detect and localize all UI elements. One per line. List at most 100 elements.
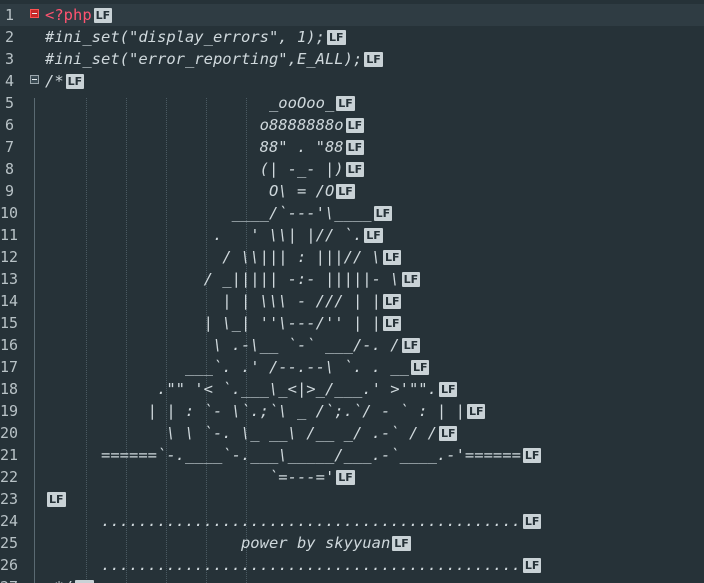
code-text: ........................................…: [45, 554, 542, 576]
line-content: #ini_set("error_reporting",E_ALL);: [45, 50, 363, 68]
code-text: ........................................…: [45, 510, 542, 532]
line-feed-marker: LF: [401, 272, 421, 287]
code-line[interactable]: 27 */LF: [0, 576, 704, 583]
code-text: <?php LF: [45, 4, 113, 26]
code-line[interactable]: 3 #ini_set("error_reporting",E_ALL); LF: [0, 48, 704, 70]
line-content: power by skyyuan: [45, 534, 391, 552]
line-number: 15: [0, 314, 19, 332]
code-text: \ \ `-. \_ __\ /__ _/ .-` / / LF: [45, 422, 458, 444]
line-feed-marker: LF: [47, 492, 66, 507]
line-feed-marker: LF: [345, 140, 365, 155]
code-text: \ .-\__ `-` ___/-. / LF: [45, 334, 421, 356]
code-line[interactable]: 10 ____/`---'\____ LF: [0, 202, 704, 224]
code-text: / \\||| : |||// \ LF: [45, 246, 402, 268]
code-text: #ini_set("display_errors", 1); LF: [45, 26, 346, 48]
code-text: power by skyyuan LF: [45, 532, 411, 554]
code-text: */LF: [45, 576, 94, 583]
line-content: 88" . "88: [45, 138, 344, 156]
line-number: 2: [4, 28, 14, 46]
code-line[interactable]: 23 LF: [0, 488, 704, 510]
line-feed-marker: LF: [401, 338, 421, 353]
code-line[interactable]: 9 O\ = /O LF: [0, 180, 704, 202]
code-line[interactable]: 18 ."" '< `.___\_<|>_/___.' >'"". LF: [0, 378, 704, 400]
code-line[interactable]: 20 \ \ `-. \_ __\ /__ _/ .-` / / LF: [0, 422, 704, 444]
code-text: /* LF: [45, 70, 85, 92]
code-text: 88" . "88 LF: [45, 136, 365, 158]
code-line[interactable]: 5 _ooOoo_ LF: [0, 92, 704, 114]
line-feed-marker: LF: [522, 514, 542, 529]
line-number: 21: [0, 446, 19, 464]
line-content: | | : `- \`.;`\ _ /`;.`/ - ` : | |: [45, 402, 465, 420]
line-feed-marker: LF: [392, 536, 411, 551]
line-feed-marker: LF: [93, 8, 113, 23]
code-line[interactable]: 16 \ .-\__ `-` ___/-. / LF: [0, 334, 704, 356]
line-number: 14: [0, 292, 19, 310]
line-number: 20: [0, 424, 19, 442]
code-line[interactable]: 22 `=---=' LF: [0, 466, 704, 488]
code-line[interactable]: 17 ___`. .' /--.--\ `. . __ LF: [0, 356, 704, 378]
line-feed-marker: LF: [438, 426, 458, 441]
line-content: / \\||| : |||// \: [45, 248, 381, 266]
line-content: ........................................…: [45, 512, 521, 530]
line-content: / _||||| -:- |||||- \: [45, 270, 400, 288]
fold-toggle-icon[interactable]: [30, 9, 39, 18]
code-line[interactable]: 15 | \_| ''\---/'' | | LF: [0, 312, 704, 334]
code-editor[interactable]: 1 <?php LF 2 #ini_set("display_errors", 1); L…: [0, 0, 704, 583]
line-number: 12: [0, 248, 19, 266]
code-line[interactable]: 4 /* LF: [0, 70, 704, 92]
line-number: 22: [0, 468, 19, 486]
line-number: 11: [0, 226, 19, 244]
line-number: 26: [0, 556, 19, 574]
line-feed-marker: LF: [326, 30, 346, 45]
code-text: / _||||| -:- |||||- \ LF: [45, 268, 421, 290]
line-number: 6: [4, 116, 14, 134]
line-content: | | \\\ - /// | |: [45, 292, 381, 310]
code-line[interactable]: 8 (| -_- |) LF: [0, 158, 704, 180]
code-line[interactable]: 13 / _||||| -:- |||||- \ LF: [0, 268, 704, 290]
code-line[interactable]: 12 / \\||| : |||// \ LF: [0, 246, 704, 268]
line-content: ........................................…: [45, 556, 521, 574]
line-number: 24: [0, 512, 19, 530]
line-feed-marker: LF: [522, 448, 542, 463]
line-content: (| -_- |): [45, 160, 344, 178]
code-line[interactable]: 25 power by skyyuan LF: [0, 532, 704, 554]
line-content: ======`-.____`-.___\_____/___.-`____.-'=…: [45, 446, 521, 464]
line-number: 16: [0, 336, 19, 354]
line-number: 25: [0, 534, 19, 552]
code-text: o8888888o LF: [45, 114, 365, 136]
code-text: LF: [45, 488, 66, 510]
line-feed-marker: LF: [382, 316, 402, 331]
line-content: #ini_set("display_errors", 1);: [45, 28, 325, 46]
line-number: 7: [4, 138, 14, 156]
line-number: 8: [4, 160, 14, 178]
code-line[interactable]: 14 | | \\\ - /// | | LF: [0, 290, 704, 312]
line-number: 18: [0, 380, 19, 398]
line-number: 17: [0, 358, 19, 376]
line-feed-marker: LF: [438, 382, 458, 397]
code-line[interactable]: 2 #ini_set("display_errors", 1); LF: [0, 26, 704, 48]
line-feed-marker: LF: [382, 250, 402, 265]
line-content: | \_| ''\---/'' | |: [45, 314, 381, 332]
line-number: 10: [0, 204, 19, 222]
code-line[interactable]: 19 | | : `- \`.;`\ _ /`;.`/ - ` : | | LF: [0, 400, 704, 422]
code-line[interactable]: 6 o8888888o LF: [0, 114, 704, 136]
code-text: #ini_set("error_reporting",E_ALL); LF: [45, 48, 383, 70]
code-text: ======`-.____`-.___\_____/___.-`____.-'=…: [45, 444, 542, 466]
code-line[interactable]: 7 88" . "88 LF: [0, 136, 704, 158]
line-content: */: [45, 578, 73, 583]
line-number: 4: [4, 72, 14, 90]
code-line[interactable]: 1 <?php LF: [0, 4, 704, 26]
code-line[interactable]: 21 ======`-.____`-.___\_____/___.-`____.…: [0, 444, 704, 466]
line-number: 23: [0, 490, 19, 508]
line-feed-marker: LF: [364, 52, 383, 67]
line-content: . ' \\| |// `.: [45, 226, 363, 244]
line-number: 13: [0, 270, 19, 288]
code-line[interactable]: 24 .....................................…: [0, 510, 704, 532]
code-text: . ' \\| |// `. LF: [45, 224, 383, 246]
code-line[interactable]: 11 . ' \\| |// `. LF: [0, 224, 704, 246]
fold-toggle-icon[interactable]: [30, 75, 39, 84]
line-number: 5: [4, 94, 14, 112]
line-feed-marker: LF: [382, 294, 402, 309]
code-line[interactable]: 26 .....................................…: [0, 554, 704, 576]
line-feed-marker: LF: [345, 118, 365, 133]
